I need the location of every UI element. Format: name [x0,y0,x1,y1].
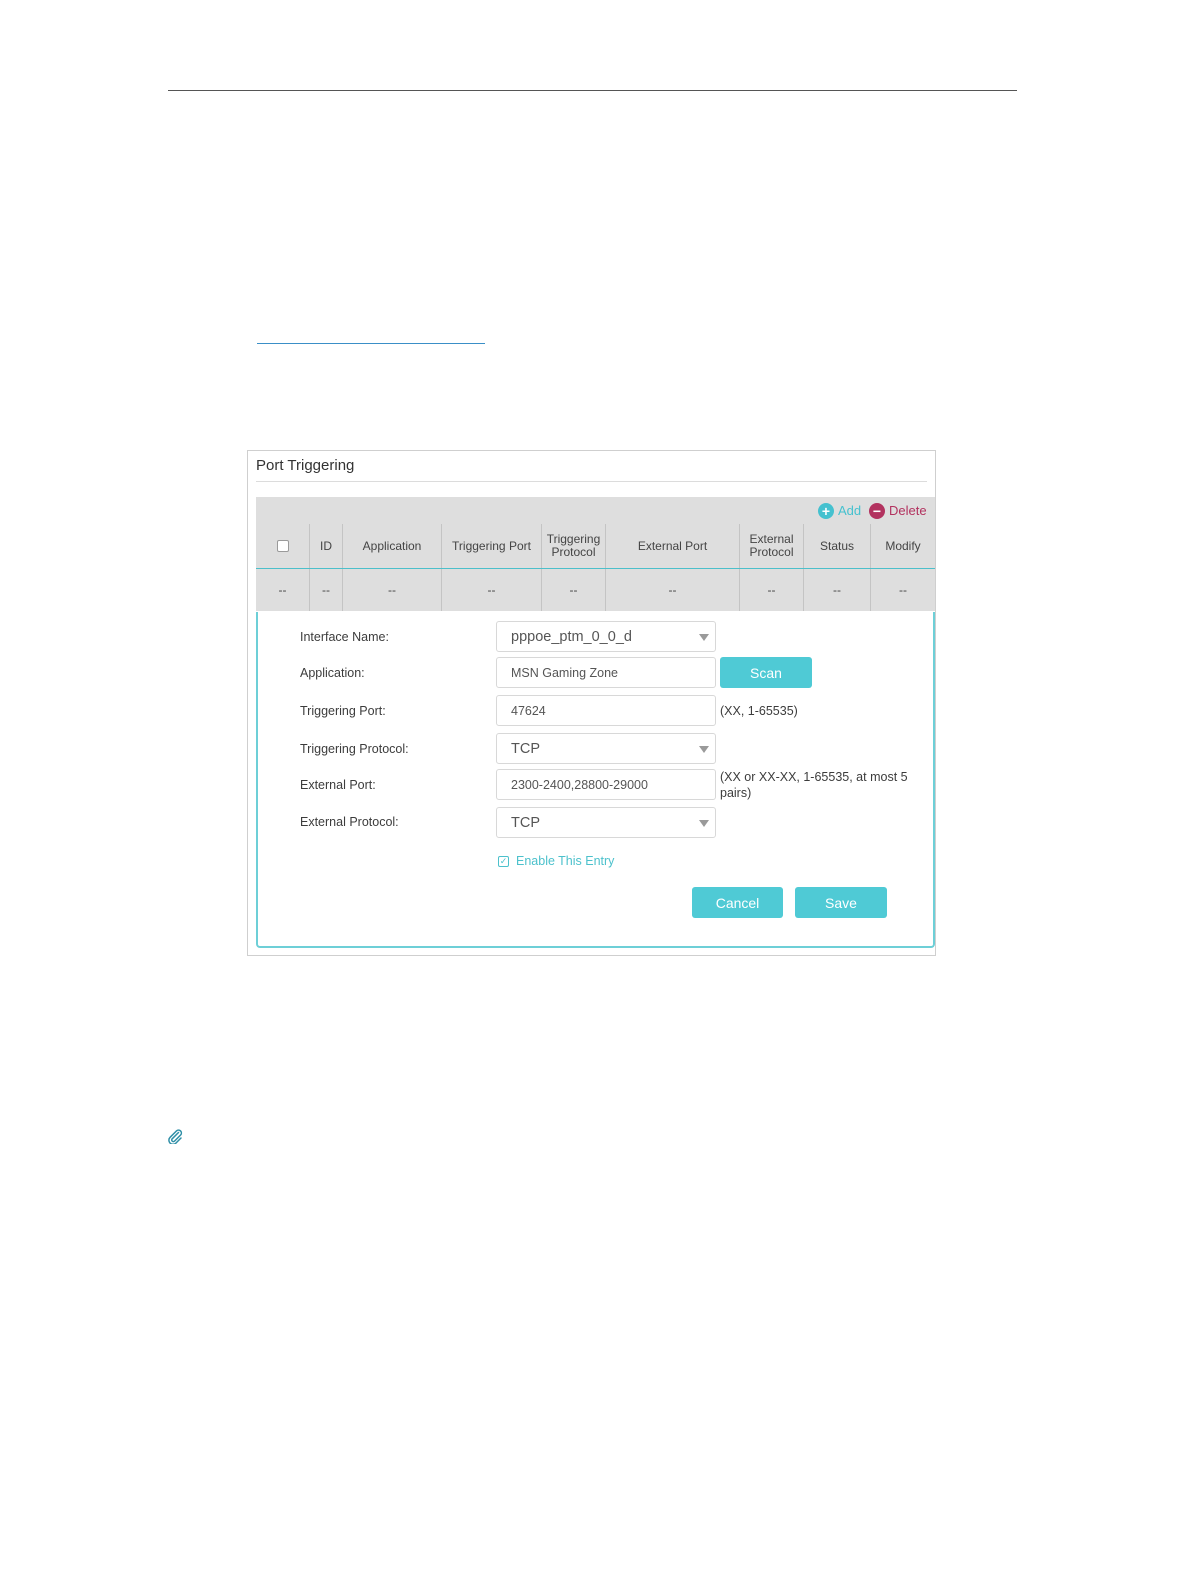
table-cell: -- [803,569,870,611]
column-header: ID [309,524,342,568]
application-input[interactable]: MSN Gaming Zone [496,657,716,688]
interface-name-label: Interface Name: [300,630,389,644]
select-all-cell [256,524,309,568]
external-port-label: External Port: [300,778,376,792]
triggering-port-input[interactable]: 47624 [496,695,716,726]
column-header: External Port [605,524,739,568]
application-value: MSN Gaming Zone [511,665,618,680]
column-header: Status [803,524,870,568]
table-cell: -- [441,569,541,611]
external-protocol-label: External Protocol: [300,815,399,829]
add-button[interactable]: + Add [818,497,861,524]
table-cell: -- [342,569,441,611]
external-port-input[interactable]: 2300-2400,28800-29000 [496,769,716,800]
interface-name-value: pppoe_ptm_0_0_d [511,628,632,645]
page-top-rule [168,90,1017,91]
triggering-port-label: Triggering Port: [300,704,386,718]
delete-label: Delete [889,503,927,518]
table-header-row: ID Application Triggering Port Triggerin… [256,524,935,569]
minus-circle-icon: − [869,502,885,519]
paperclip-icon [168,1129,183,1144]
chevron-down-icon [699,746,709,753]
table-cell: -- [739,569,803,611]
table-cell: -- [309,569,342,611]
table-cell: -- [605,569,739,611]
checkmark-icon: ✓ [498,855,509,867]
interface-name-select[interactable]: pppoe_ptm_0_0_d [496,621,716,652]
table-toolbar: + Add − Delete [256,497,935,524]
triggering-protocol-label: Triggering Protocol: [300,742,409,756]
add-label: Add [838,503,862,518]
triggering-protocol-value: TCP [511,740,540,757]
column-header: External Protocol [739,524,803,568]
table-cell: -- [278,582,287,597]
triggering-port-value: 47624 [511,703,546,718]
table-cell: -- [541,569,605,611]
chevron-down-icon [699,820,709,827]
select-all-checkbox[interactable] [276,540,289,552]
application-label: Application: [300,666,365,680]
table-row: -- -- -- -- -- -- -- -- -- [256,569,935,611]
column-header: Application [342,524,441,568]
panel-title-divider [256,481,927,482]
edit-entry-form: Interface Name: pppoe_ptm_0_0_d Applicat… [256,612,935,948]
triggering-port-hint: (XX, 1-65535) [720,704,798,718]
delete-button[interactable]: − Delete [869,497,927,524]
panel-title: Port Triggering [256,457,355,474]
external-protocol-select[interactable]: TCP [496,807,716,838]
enable-entry-label: Enable This Entry [516,854,615,868]
hyperlink-underline[interactable] [257,343,485,344]
plus-circle-icon: + [818,502,834,519]
port-triggering-panel: Port Triggering + Add − Delete ID Applic… [247,450,936,956]
external-port-value: 2300-2400,28800-29000 [511,777,648,792]
rules-table: ID Application Triggering Port Triggerin… [256,524,935,612]
save-button[interactable]: Save [795,887,887,918]
chevron-down-icon [699,634,709,641]
external-port-hint: (XX or XX-XX, 1-65535, at most 5 pairs) [720,770,908,800]
column-header: Triggering Protocol [541,524,605,568]
table-cell: -- [870,569,935,611]
column-header: Modify [870,524,935,568]
cancel-button[interactable]: Cancel [692,887,783,918]
triggering-protocol-select[interactable]: TCP [496,733,716,764]
column-header: Triggering Port [441,524,541,568]
enable-entry-checkbox[interactable]: ✓ Enable This Entry [498,854,614,868]
external-protocol-value: TCP [511,814,540,831]
scan-button[interactable]: Scan [720,657,812,688]
